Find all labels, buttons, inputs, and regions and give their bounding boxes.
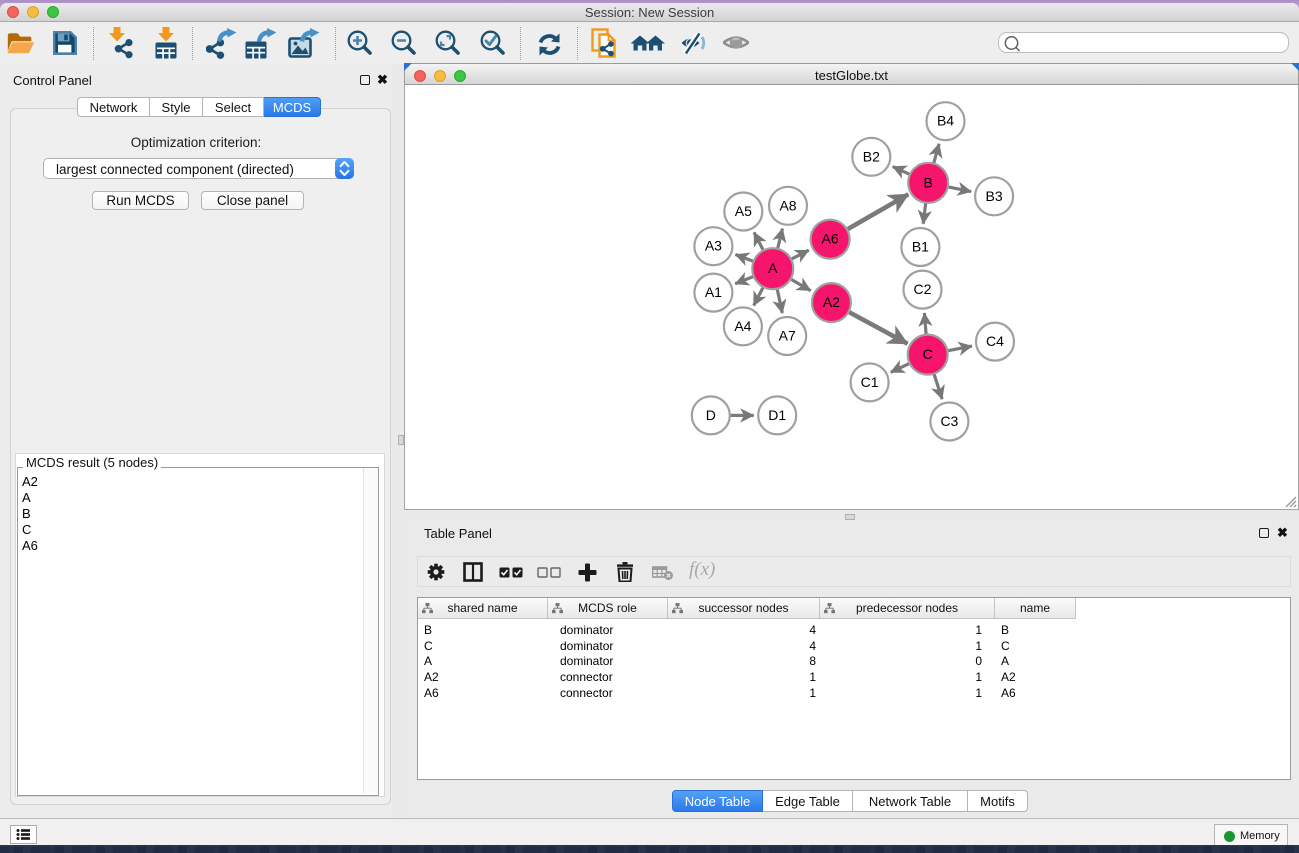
svg-text:D: D — [706, 407, 716, 423]
svg-text:A: A — [768, 260, 778, 276]
svg-text:A6: A6 — [822, 231, 839, 247]
svg-text:A7: A7 — [779, 328, 796, 344]
svg-text:A3: A3 — [705, 238, 722, 254]
svg-text:A1: A1 — [705, 284, 722, 300]
svg-text:C4: C4 — [986, 333, 1004, 349]
svg-text:C: C — [923, 346, 933, 362]
svg-text:B1: B1 — [912, 239, 929, 255]
svg-text:B: B — [924, 174, 933, 190]
svg-text:A2: A2 — [823, 294, 840, 310]
svg-text:A4: A4 — [734, 318, 751, 334]
svg-text:C3: C3 — [940, 413, 958, 429]
svg-text:B3: B3 — [986, 188, 1003, 204]
svg-text:A5: A5 — [735, 203, 752, 219]
svg-text:C1: C1 — [861, 374, 879, 390]
svg-text:A8: A8 — [779, 197, 796, 213]
svg-text:B4: B4 — [937, 113, 954, 129]
svg-text:C2: C2 — [914, 281, 932, 297]
svg-text:B2: B2 — [863, 148, 880, 164]
svg-text:D1: D1 — [768, 407, 786, 423]
